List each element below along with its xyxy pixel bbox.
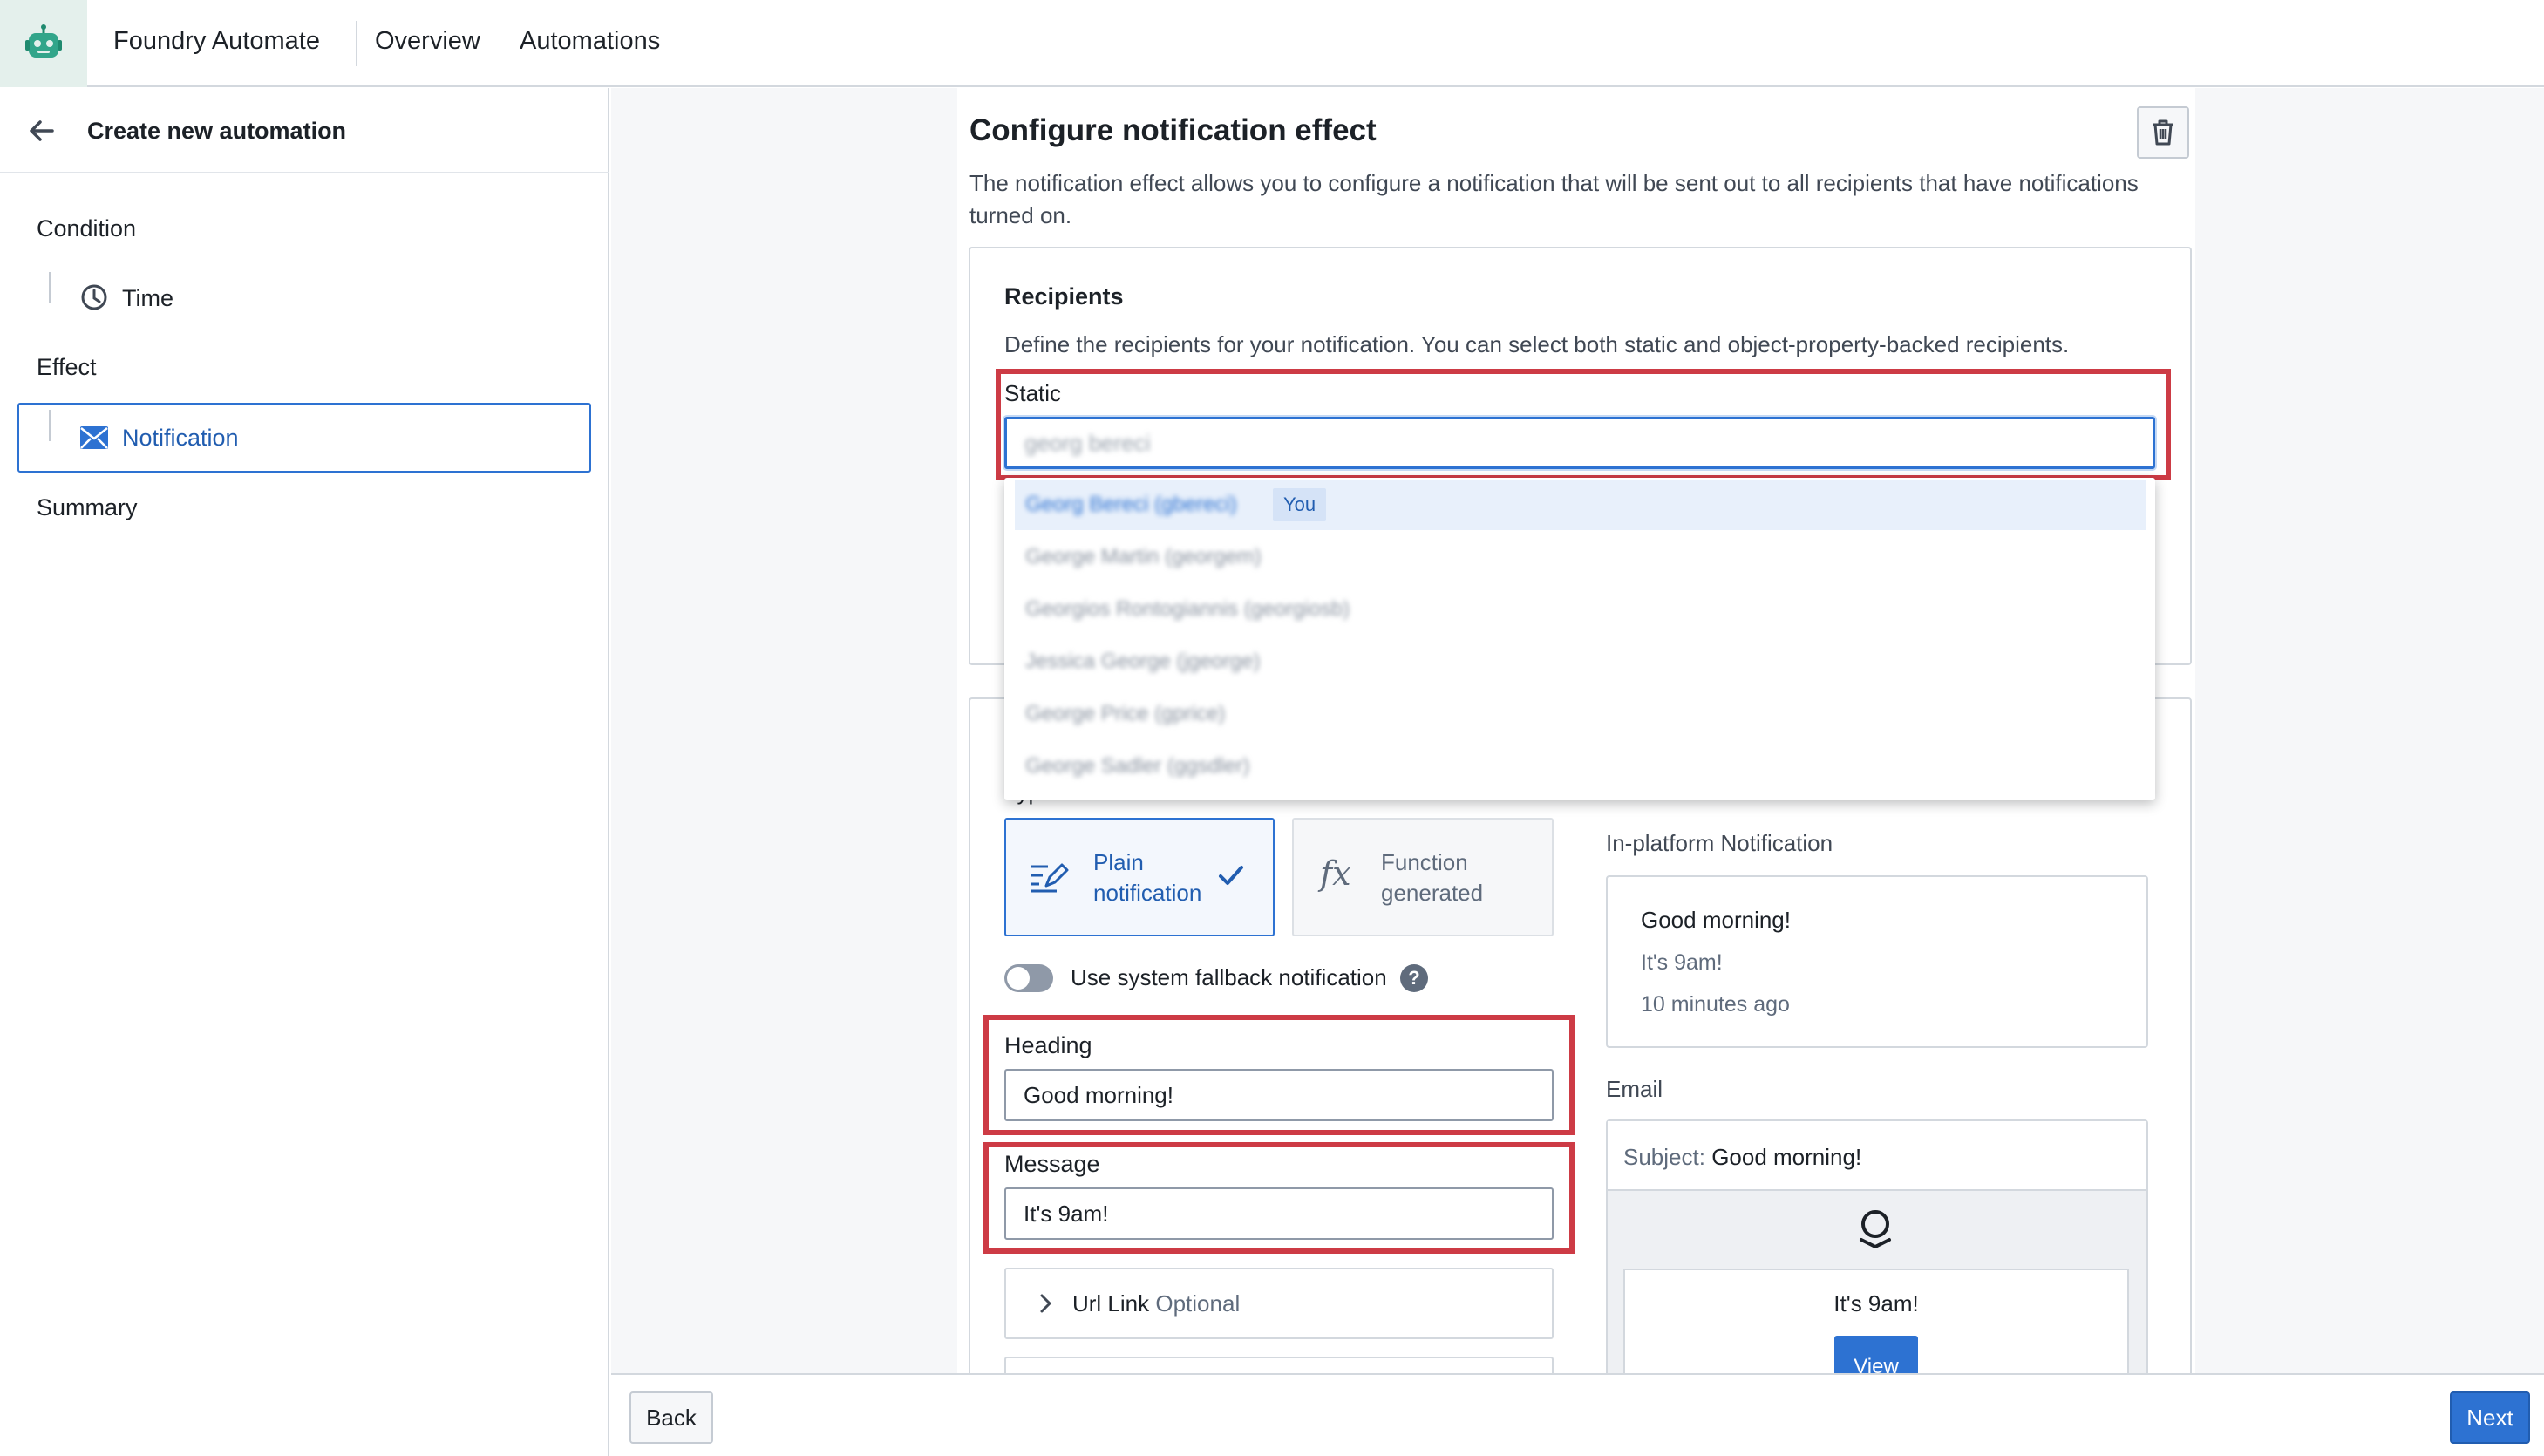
chevron-right-icon — [1037, 1292, 1055, 1315]
email-message: It's 9am! — [1833, 1290, 1919, 1317]
heading-input[interactable]: Good morning! — [1004, 1069, 1554, 1121]
email-view-button: View — [1834, 1336, 1918, 1373]
sidebar-section-effect: Effect — [37, 354, 97, 380]
tab-overview[interactable]: Overview — [375, 27, 480, 56]
app-logo[interactable] — [0, 0, 87, 87]
trash-icon — [2153, 119, 2173, 146]
dropdown-item[interactable]: Georg Bereci (gbereci) — [1008, 480, 2146, 530]
dropdown-item[interactable]: George Price (gprice) — [1008, 689, 2146, 739]
delete-button[interactable] — [2137, 106, 2189, 159]
static-recipient-input[interactable]: georg bereci — [1004, 417, 2155, 469]
plain-notification-label: Plain notification — [1093, 849, 1202, 906]
you-badge: You — [1273, 488, 1327, 521]
dropdown-item[interactable]: George Sadler (ggsdler) — [1008, 741, 2146, 792]
tree-line — [49, 272, 51, 303]
tab-automations[interactable]: Automations — [520, 27, 660, 56]
clock-icon — [80, 283, 108, 311]
in-platform-message: It's 9am! — [1641, 950, 1723, 975]
sidebar-section-condition: Condition — [37, 215, 137, 242]
recipients-description: Define the recipients for your notificat… — [1004, 331, 2070, 357]
robot-icon — [25, 24, 62, 58]
fallback-toggle[interactable] — [1004, 964, 1053, 992]
dropdown-item[interactable]: Jessica George (jgeorge) — [1008, 636, 2146, 687]
edit-lines-icon — [1029, 860, 1069, 895]
nav-divider — [356, 21, 357, 66]
url-link-label: Url Link Optional — [1072, 1290, 1241, 1317]
next-button[interactable]: Next — [2450, 1391, 2530, 1444]
dropdown-item[interactable]: Georgios Rontogiannis (georgiosb) — [1008, 584, 2146, 635]
next-section — [1004, 1357, 1554, 1374]
sidebar-item-time[interactable]: Time — [122, 285, 173, 312]
toggle-knob — [1007, 967, 1030, 990]
static-label: Static — [1004, 380, 1062, 406]
sidebar-title: Create new automation — [87, 118, 347, 144]
help-icon[interactable]: ? — [1400, 964, 1428, 992]
checkmark-icon — [1217, 861, 1245, 889]
app-title: Foundry Automate — [113, 27, 320, 55]
email-label: Email — [1606, 1076, 1663, 1102]
email-subject: Subject: Good morning! — [1623, 1144, 1862, 1170]
in-platform-title: Good morning! — [1641, 907, 1791, 933]
sidebar-item-summary[interactable]: Summary — [37, 494, 138, 521]
in-platform-label: In-platform Notification — [1606, 830, 1833, 856]
sidebar-item-notification-label: Notification — [122, 425, 239, 451]
footer-bar — [611, 1373, 2544, 1456]
palantir-logo-icon — [1857, 1208, 1894, 1250]
recipients-title: Recipients — [1004, 283, 1124, 310]
dropdown-item[interactable]: George Martin (georgem) — [1008, 532, 2146, 582]
message-input[interactable]: It's 9am! — [1004, 1187, 1554, 1240]
page-title: Configure notification effect — [969, 113, 1377, 147]
back-button[interactable]: Back — [629, 1391, 713, 1444]
message-label: Message — [1004, 1151, 1100, 1177]
envelope-icon — [80, 426, 108, 449]
in-platform-time: 10 minutes ago — [1641, 992, 1790, 1017]
fallback-label: Use system fallback notification — [1071, 964, 1387, 990]
function-generated-label: Function generated — [1381, 849, 1484, 906]
tree-line — [49, 410, 51, 441]
function-icon: fx — [1320, 854, 1351, 893]
page-description: The notification effect allows you to co… — [969, 170, 2139, 228]
back-arrow-icon[interactable] — [26, 115, 58, 146]
heading-label: Heading — [1004, 1032, 1092, 1058]
